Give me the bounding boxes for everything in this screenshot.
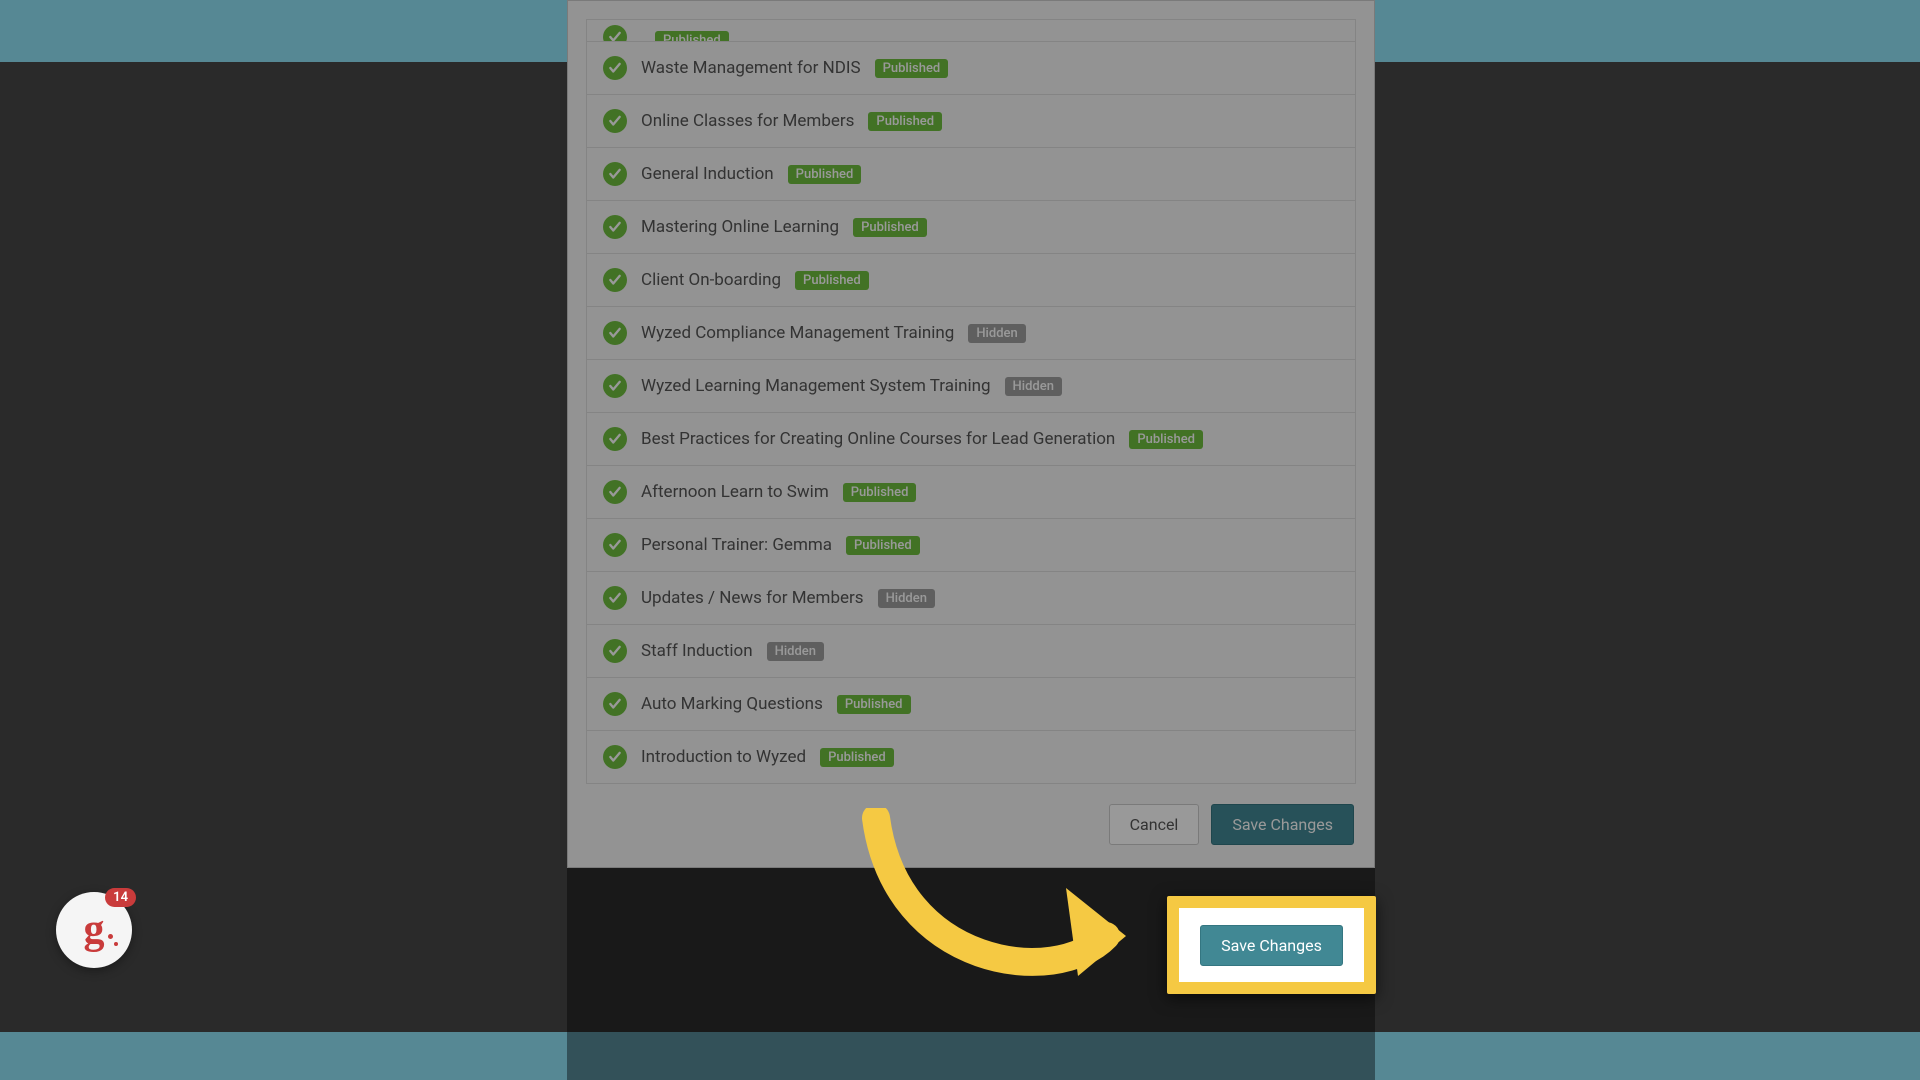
course-row[interactable]: General Induction Published — [587, 148, 1355, 201]
check-circle-icon — [603, 374, 627, 398]
check-circle-icon — [603, 56, 627, 80]
course-row[interactable]: Personal Trainer: Gemma Published — [587, 519, 1355, 572]
course-title: Online Classes for Members — [641, 111, 854, 131]
check-circle-icon — [603, 427, 627, 451]
decorative-dot — [108, 934, 113, 939]
status-badge: Published — [868, 112, 942, 131]
check-circle-icon — [603, 480, 627, 504]
course-title: Wyzed Compliance Management Training — [641, 323, 954, 343]
check-circle-icon — [603, 25, 627, 42]
course-row[interactable]: Client On-boarding Published — [587, 254, 1355, 307]
course-title: Updates / News for Members — [641, 588, 864, 608]
course-row[interactable]: Staff Induction Hidden — [587, 625, 1355, 678]
status-badge: Published — [843, 483, 917, 502]
course-title: General Induction — [641, 164, 774, 184]
status-badge: Published — [795, 271, 869, 290]
status-badge: Published — [846, 536, 920, 555]
status-badge: Published — [837, 695, 911, 714]
save-button[interactable]: Save Changes — [1211, 804, 1354, 845]
check-circle-icon — [603, 745, 627, 769]
check-circle-icon — [603, 692, 627, 716]
status-badge: Published — [853, 218, 927, 237]
decorative-dot — [114, 942, 118, 946]
help-widget-glyph: g — [84, 909, 105, 951]
course-row[interactable]: Auto Marking Questions Published — [587, 678, 1355, 731]
course-title: Mastering Online Learning — [641, 217, 839, 237]
check-circle-icon — [603, 215, 627, 239]
course-title: Waste Management for NDIS — [641, 58, 861, 78]
course-title: Staff Induction — [641, 641, 753, 661]
status-badge: Hidden — [1005, 377, 1062, 396]
check-circle-icon — [603, 321, 627, 345]
course-title: Afternoon Learn to Swim — [641, 482, 829, 502]
notification-badge: 14 — [105, 888, 136, 907]
cancel-button[interactable]: Cancel — [1109, 804, 1200, 845]
course-title: Personal Trainer: Gemma — [641, 535, 832, 555]
check-circle-icon — [603, 268, 627, 292]
check-circle-icon — [603, 639, 627, 663]
check-circle-icon — [603, 533, 627, 557]
save-button-highlighted[interactable]: Save Changes — [1200, 925, 1343, 966]
help-widget[interactable]: g 14 — [56, 892, 132, 968]
status-badge: Hidden — [968, 324, 1025, 343]
status-badge: Published — [1129, 430, 1203, 449]
course-row[interactable]: Afternoon Learn to Swim Published — [587, 466, 1355, 519]
course-row[interactable]: Wyzed Compliance Management Training Hidd… — [587, 307, 1355, 360]
check-circle-icon — [603, 586, 627, 610]
course-row[interactable]: Online Classes for Members Published — [587, 95, 1355, 148]
status-badge: Published — [655, 31, 729, 42]
course-title: Best Practices for Creating Online Cours… — [641, 429, 1115, 449]
check-circle-icon — [603, 162, 627, 186]
course-row[interactable]: Waste Management for NDIS Published — [587, 42, 1355, 95]
course-row[interactable]: Introduction to Wyzed Published — [587, 731, 1355, 783]
save-button-highlight: Save Changes — [1167, 896, 1376, 994]
status-badge: Published — [788, 165, 862, 184]
course-row[interactable]: Published — [587, 20, 1355, 42]
course-title: Introduction to Wyzed — [641, 747, 806, 767]
dialog: Published Waste Management for NDIS Publis… — [567, 0, 1375, 868]
course-row[interactable]: Best Practices for Creating Online Cours… — [587, 413, 1355, 466]
course-list: Published Waste Management for NDIS Publis… — [586, 19, 1356, 784]
course-row[interactable]: Mastering Online Learning Published — [587, 201, 1355, 254]
status-badge: Hidden — [878, 589, 935, 608]
status-badge: Hidden — [767, 642, 824, 661]
course-title: Client On-boarding — [641, 270, 781, 290]
dialog-footer: Cancel Save Changes — [568, 784, 1374, 867]
course-title: Auto Marking Questions — [641, 694, 823, 714]
check-circle-icon — [603, 109, 627, 133]
course-title: Wyzed Learning Management System Trainin… — [641, 376, 991, 396]
status-badge: Published — [820, 748, 894, 767]
status-badge: Published — [875, 59, 949, 78]
course-row[interactable]: Updates / News for Members Hidden — [587, 572, 1355, 625]
course-row[interactable]: Wyzed Learning Management System Trainin… — [587, 360, 1355, 413]
